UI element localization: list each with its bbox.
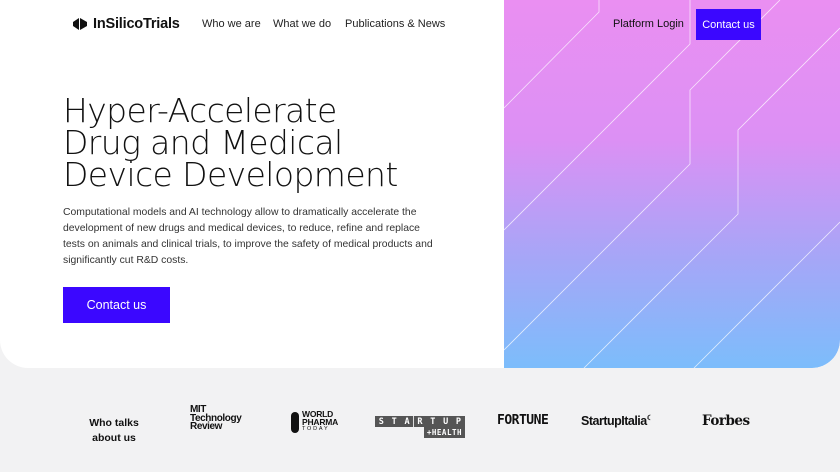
logo-text: InSilicoTrials <box>93 16 180 32</box>
hero-title-line: Device Development <box>63 155 398 194</box>
hero-gradient-panel <box>504 0 840 368</box>
wpt-logo-line: PHARMA <box>302 416 339 427</box>
decorative-lines-graphic <box>504 0 840 368</box>
hero-description: Computational models and AI technology a… <box>63 207 433 266</box>
hero-title: Hyper-Accelerate Drug and Medical Device… <box>63 94 493 194</box>
startup-health-letter: U <box>439 416 452 427</box>
fortune-logo[interactable]: FORTUNE <box>497 413 549 428</box>
mit-logo-line: Review <box>190 421 223 432</box>
startup-health-top: STARTUP <box>375 416 465 427</box>
brand-mark-icon <box>73 18 87 30</box>
hero-section: InSilicoTrials Who we are What we do Pub… <box>0 0 840 368</box>
startupitalia-wordmark: StartupItalia <box>581 414 647 429</box>
hero-contact-button[interactable]: Contact us <box>63 287 170 323</box>
nav-contact-button[interactable]: Contact us <box>696 9 761 40</box>
top-navbar: InSilicoTrials Who we are What we do Pub… <box>0 0 840 50</box>
nav-link-what-we-do[interactable]: What we do <box>273 18 331 30</box>
startup-health-letter: A <box>400 416 414 427</box>
insilicotrials-logo[interactable]: InSilicoTrials <box>72 16 180 32</box>
startup-health-logo[interactable]: STARTUP +HEALTH <box>375 416 465 438</box>
forbes-logo[interactable]: Forbes <box>702 413 750 429</box>
press-heading: Who talks about us <box>89 417 139 444</box>
platform-login-link[interactable]: Platform Login <box>613 18 684 30</box>
pill-icon <box>291 411 299 433</box>
startup-health-bottom: +HEALTH <box>423 427 465 438</box>
startup-health-letter: R <box>413 416 427 427</box>
nav-link-who-we-are[interactable]: Who we are <box>202 18 261 30</box>
startupitalia-logo[interactable]: StartupItalia☾ <box>581 414 653 428</box>
startup-health-letter: T <box>426 416 440 427</box>
startupitalia-mark-icon: ☾ <box>646 415 653 422</box>
world-pharma-today-logo[interactable]: WORLD PHARMA TODAY <box>291 410 339 434</box>
nav-link-publications-news[interactable]: Publications & News <box>345 18 445 30</box>
startup-health-letter: S <box>375 416 388 427</box>
wpt-logo-line: TODAY <box>302 426 330 432</box>
startup-health-letter: P <box>452 416 465 427</box>
startup-health-letter: T <box>387 416 401 427</box>
mit-technology-review-logo[interactable]: MIT Technology Review <box>190 405 242 432</box>
